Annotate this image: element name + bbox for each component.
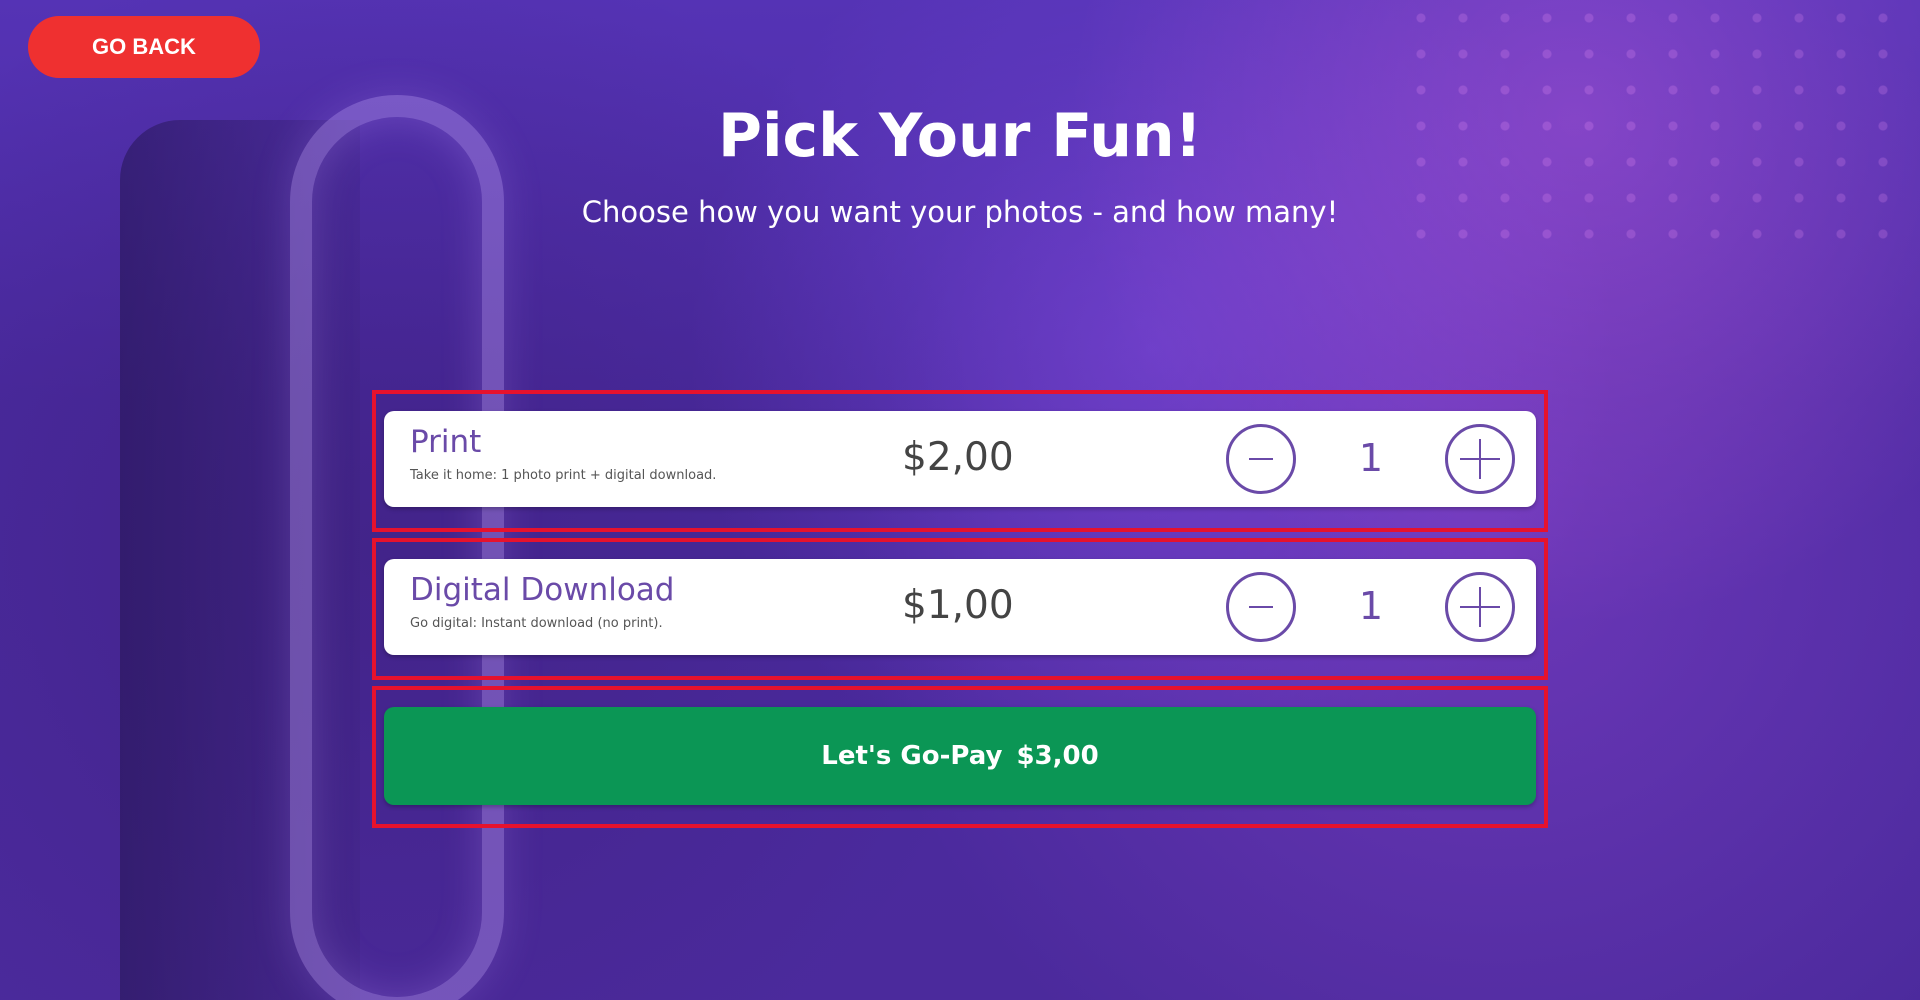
print-decrease-button[interactable] (1226, 424, 1296, 494)
minus-icon (1249, 458, 1273, 460)
option-name: Print (410, 424, 482, 460)
digital-increase-button[interactable] (1445, 572, 1515, 642)
pay-label: Let's Go-Pay (821, 741, 1003, 771)
digital-option-card: Digital Download Go digital: Instant dow… (384, 559, 1536, 655)
pay-total: $3,00 (1016, 741, 1099, 771)
print-increase-button[interactable] (1445, 424, 1515, 494)
page-title: Pick Your Fun! (717, 101, 1203, 171)
option-description: Go digital: Instant download (no print). (410, 616, 663, 631)
digital-quantity: 1 (1358, 584, 1384, 628)
minus-icon (1249, 606, 1273, 608)
plus-icon (1460, 439, 1500, 479)
print-quantity: 1 (1358, 436, 1384, 480)
option-price: $2,00 (902, 435, 1014, 480)
photo-booth-screen: GO BACK Pick Your Fun! Choose how you wa… (0, 0, 1920, 1000)
pay-button[interactable]: Let's Go-Pay $3,00 (384, 707, 1536, 805)
print-option-card: Print Take it home: 1 photo print + digi… (384, 411, 1536, 507)
go-back-button[interactable]: GO BACK (28, 16, 260, 78)
option-name: Digital Download (410, 572, 675, 608)
option-price: $1,00 (902, 583, 1014, 628)
page-subtitle: Choose how you want your photos - and ho… (581, 195, 1339, 229)
digital-decrease-button[interactable] (1226, 572, 1296, 642)
plus-icon (1460, 587, 1500, 627)
option-description: Take it home: 1 photo print + digital do… (410, 468, 717, 483)
